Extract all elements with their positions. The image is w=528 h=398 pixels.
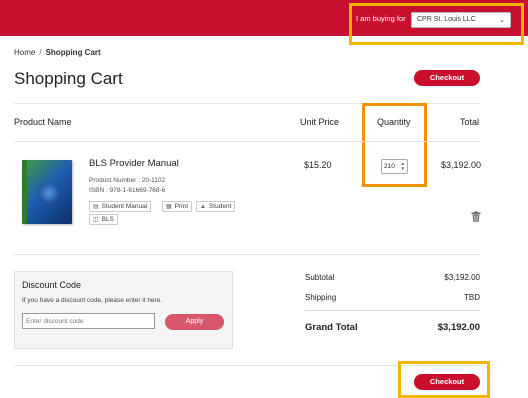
tag-label: BLS xyxy=(101,216,114,223)
divider xyxy=(14,254,480,255)
shipping-value: TBD xyxy=(464,293,480,302)
product-number: Product Number : 20-1102 xyxy=(89,177,166,184)
breadcrumb-home[interactable]: Home xyxy=(14,48,35,57)
discount-help-text: If you have a discount code, please ente… xyxy=(22,297,163,304)
divider xyxy=(305,310,480,311)
header-unit-price: Unit Price xyxy=(300,117,340,127)
apply-button[interactable]: Apply xyxy=(165,314,224,330)
buyer-select[interactable]: CPR St. Louis LLC ⌄ xyxy=(411,12,511,28)
spinner-arrows-icon[interactable]: ▲ ▼ xyxy=(401,161,405,171)
chevron-down-icon: ⌄ xyxy=(499,17,505,24)
subtotal-value: $3,192.00 xyxy=(444,273,480,282)
grand-total-value: $3,192.00 xyxy=(437,322,480,333)
print-icon: ▦ xyxy=(166,204,172,210)
tag-print: ▦ Print xyxy=(162,201,193,212)
shipping-label: Shipping xyxy=(305,293,337,302)
checkout-button-top[interactable]: Checkout xyxy=(414,70,480,86)
line-total: $3,192.00 xyxy=(441,160,482,170)
student-icon: ▲ xyxy=(200,204,206,210)
header-total: Total xyxy=(460,117,480,127)
divider xyxy=(14,141,480,142)
tag-label: Student Manual xyxy=(101,203,148,210)
header-product-name: Product Name xyxy=(14,117,72,127)
book-cover-art xyxy=(38,182,60,204)
breadcrumb-current: Shopping Cart xyxy=(45,48,101,57)
tag-icon: ◫ xyxy=(93,217,99,223)
tag-bls: ◫ BLS xyxy=(89,214,118,225)
book-icon: ▤ xyxy=(93,204,99,210)
tag-student: ▲ Student xyxy=(196,201,236,212)
page-title: Shopping Cart xyxy=(14,69,123,88)
trash-icon[interactable] xyxy=(471,211,481,222)
quantity-value: 210 xyxy=(384,163,395,170)
tag-student-manual: ▤ Student Manual xyxy=(89,201,152,212)
buyer-select-value: CPR St. Louis LLC xyxy=(417,16,476,23)
breadcrumb: Home / Shopping Cart xyxy=(14,48,101,57)
breadcrumb-separator: / xyxy=(39,48,42,57)
unit-price: $15.20 xyxy=(304,160,332,170)
grand-total-label: Grand Total xyxy=(305,322,358,333)
book-icon[interactable] xyxy=(22,160,72,224)
quantity-highlight-box xyxy=(362,103,427,187)
tag-label: Student xyxy=(208,203,232,210)
product-isbn: ISBN : 978-1-61669-768-6 xyxy=(89,187,166,194)
buyer-label: I am buying for xyxy=(356,14,406,23)
tag-label: Print xyxy=(174,203,189,210)
discount-code-input[interactable] xyxy=(22,313,155,329)
checkout-button-bottom[interactable]: Checkout xyxy=(414,374,480,390)
discount-title: Discount Code xyxy=(22,280,82,290)
product-name[interactable]: BLS Provider Manual xyxy=(89,158,179,169)
book-spine xyxy=(22,160,27,224)
quantity-stepper[interactable]: 210 ▲ ▼ xyxy=(381,159,408,174)
subtotal-label: Subtotal xyxy=(305,273,335,282)
